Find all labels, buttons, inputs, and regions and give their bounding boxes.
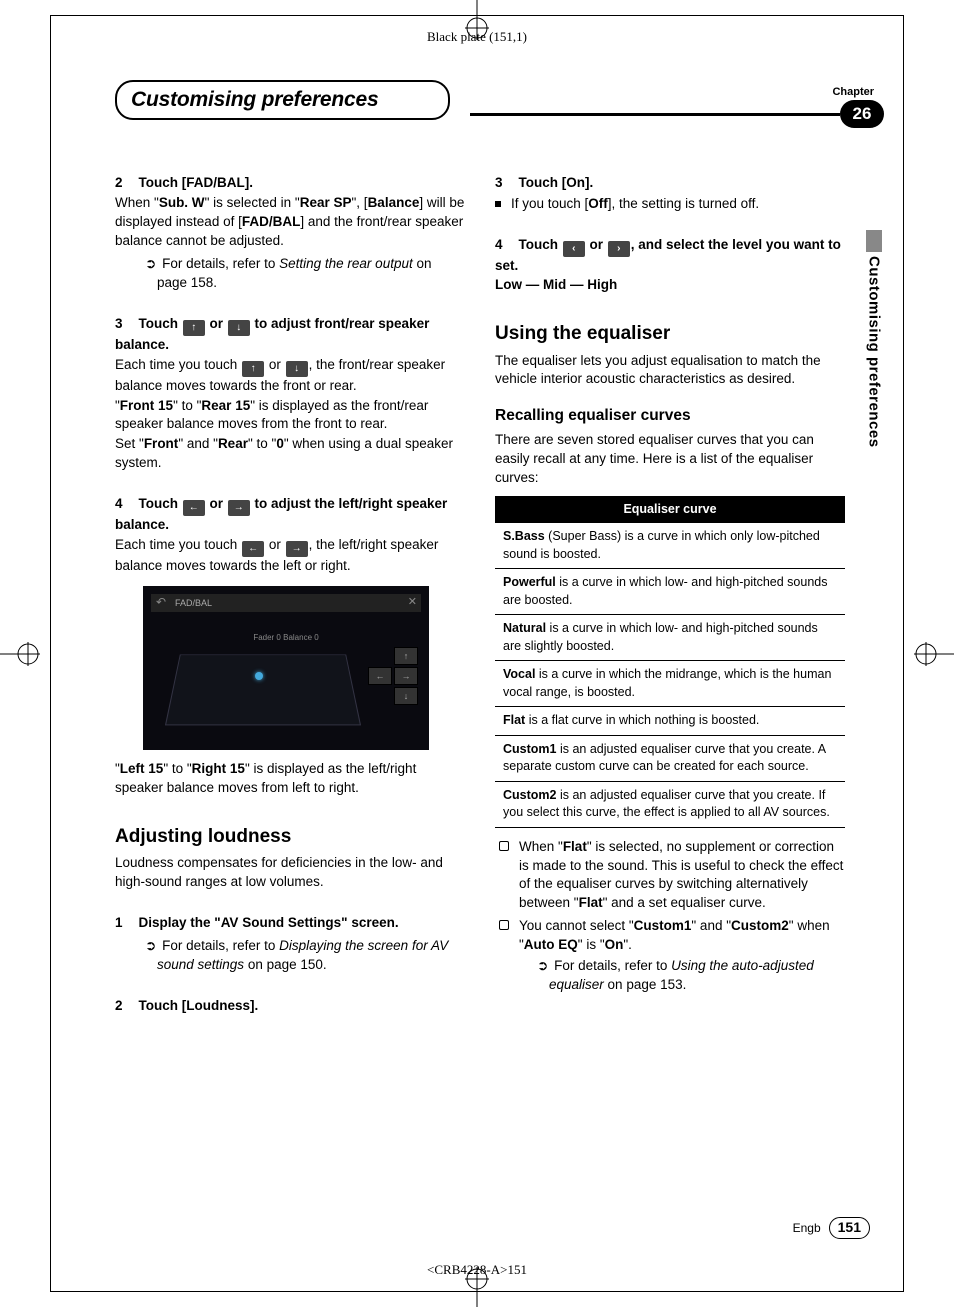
r-step-4-levels: Low — Mid — High <box>495 276 845 295</box>
step-3-num: 3 <box>115 316 123 331</box>
side-tab-marker <box>866 230 882 252</box>
chevron-left-icon: ‹ <box>563 241 585 257</box>
eq-table-row: Flat is a flat curve in which nothing is… <box>495 707 845 736</box>
after-shot-text: "Left 15" to "Right 15" is displayed as … <box>115 760 465 798</box>
r-step-3-bullet: If you touch [Off], the setting is turne… <box>495 195 845 214</box>
page-number: 151 <box>829 1217 870 1239</box>
arrow-down-icon: ↓ <box>228 320 250 336</box>
note-custom-ref: ➲ For details, refer to Using the auto-a… <box>537 957 845 995</box>
dpad-down-icon: ↓ <box>394 687 418 705</box>
ref-arrow-icon: ➲ <box>537 958 548 973</box>
arrow-right-icon: → <box>286 541 308 557</box>
r-step-4: 4Touch ‹ or ›, and select the level you … <box>495 236 845 276</box>
dpad-left-icon: ← <box>368 667 392 685</box>
bullet-icon <box>495 201 501 207</box>
step-3-body1: Each time you touch ↑ or ↓, the front/re… <box>115 356 465 396</box>
screenshot-cursor-dot <box>255 672 263 680</box>
r-step-3-num: 3 <box>495 175 503 190</box>
step-4-body: Each time you touch ← or →, the left/rig… <box>115 536 465 576</box>
eq-table-row: Vocal is a curve in which the midrange, … <box>495 661 845 707</box>
section-title: Customising preferences <box>131 85 434 114</box>
crop-mark-left <box>0 634 40 674</box>
arrow-down-icon: ↓ <box>286 361 308 377</box>
eq-table-row: Natural is a curve in which low- and hig… <box>495 615 845 661</box>
loud-step-1-title: Display the "AV Sound Settings" screen. <box>139 915 399 930</box>
note-flat: When "Flat" is selected, no supplement o… <box>495 838 845 914</box>
step-3-body2: "Front 15" to "Rear 15" is displayed as … <box>115 397 465 435</box>
ref-arrow-icon: ➲ <box>145 256 156 271</box>
eq-table-row: Custom2 is an adjusted equaliser curve t… <box>495 781 845 827</box>
arrow-left-icon: ← <box>242 541 264 557</box>
loud-step-1-num: 1 <box>115 915 123 930</box>
side-tab-text: Customising preferences <box>864 256 885 448</box>
left-column: 2 Touch [FAD/BAL]. When "Sub. W" is selec… <box>115 170 465 1015</box>
loud-step-1-ref: ➲ For details, refer to Displaying the s… <box>145 937 465 975</box>
recall-intro: There are seven stored equaliser curves … <box>495 431 845 488</box>
section-title-banner: Customising preferences <box>115 80 450 120</box>
loud-step-2-title: Touch [Loudness]. <box>139 998 259 1013</box>
arrow-left-icon: ← <box>183 500 205 516</box>
eq-table-head: Equaliser curve <box>495 496 845 524</box>
page-footer: Engb 151 <box>793 1217 870 1239</box>
step-4-num: 4 <box>115 496 123 511</box>
arrow-up-icon: ↑ <box>183 320 205 336</box>
step-2-head: 2 Touch [FAD/BAL]. <box>115 174 465 193</box>
step-3-body3: Set "Front" and "Rear" to "0" when using… <box>115 435 465 473</box>
step-2-body: When "Sub. W" is selected in "Rear SP", … <box>115 194 465 251</box>
screenshot-close-icon: ✕ <box>408 595 417 610</box>
loudness-heading: Adjusting loudness <box>115 824 465 851</box>
screenshot-labels: Fader 0 Balance 0 <box>143 632 429 643</box>
screenshot-grid <box>165 654 361 725</box>
loudness-intro: Loudness compensates for deficiencies in… <box>115 854 465 892</box>
eq-curve-table: Equaliser curve S.Bass (Super Bass) is a… <box>495 496 845 828</box>
note-box-icon <box>499 920 509 930</box>
step-3-head: 3Touch ↑ or ↓ to adjust front/rear speak… <box>115 315 465 355</box>
crop-mark-right <box>914 634 954 674</box>
step-4-head: 4Touch ← or → to adjust the left/right s… <box>115 495 465 535</box>
ref-arrow-icon: ➲ <box>145 938 156 953</box>
arrow-right-icon: → <box>228 500 250 516</box>
chapter-badge: 26 <box>840 100 884 128</box>
lang-code: Engb <box>793 1220 821 1237</box>
right-column: 3 Touch [On]. If you touch [Off], the set… <box>495 170 845 1015</box>
r-step-3-title: Touch [On]. <box>519 175 594 190</box>
screenshot-dpad: ↑ ←→ ↓ <box>363 646 419 706</box>
eq-table-row: S.Bass (Super Bass) is a curve in which … <box>495 523 845 569</box>
loud-step-1: 1 Display the "AV Sound Settings" screen. <box>115 914 465 933</box>
dpad-up-icon: ↑ <box>394 647 418 665</box>
r-step-3: 3 Touch [On]. <box>495 174 845 193</box>
note-box-icon <box>499 841 509 851</box>
loud-step-2: 2 Touch [Loudness]. <box>115 997 465 1016</box>
step-2-ref: ➲ For details, refer to Setting the rear… <box>145 255 465 293</box>
plate-info: Black plate (151,1) <box>427 28 527 46</box>
step-2-num: 2 <box>115 175 123 190</box>
step-2-title: Touch [FAD/BAL]. <box>139 175 253 190</box>
fad-bal-screenshot: ↶ FAD/BAL ✕ Fader 0 Balance 0 ↑ ←→ ↓ <box>143 586 429 750</box>
eq-table-row: Powerful is a curve in which low- and hi… <box>495 569 845 615</box>
recall-heading: Recalling equaliser curves <box>495 405 845 427</box>
screenshot-back-icon: ↶ <box>151 594 171 611</box>
eq-intro: The equaliser lets you adjust equalisati… <box>495 352 845 390</box>
screenshot-title: FAD/BAL <box>171 597 212 610</box>
arrow-up-icon: ↑ <box>242 361 264 377</box>
doc-code: <CRB4228-A>151 <box>427 1261 527 1279</box>
side-tab: Customising preferences <box>864 230 884 448</box>
eq-heading: Using the equaliser <box>495 321 845 348</box>
eq-table-row: Custom1 is an adjusted equaliser curve t… <box>495 735 845 781</box>
r-step-4-num: 4 <box>495 237 503 252</box>
note-custom: You cannot select "Custom1" and "Custom2… <box>495 917 845 995</box>
chevron-right-icon: › <box>608 241 630 257</box>
loud-step-2-num: 2 <box>115 998 123 1013</box>
dpad-right-icon: → <box>394 667 418 685</box>
